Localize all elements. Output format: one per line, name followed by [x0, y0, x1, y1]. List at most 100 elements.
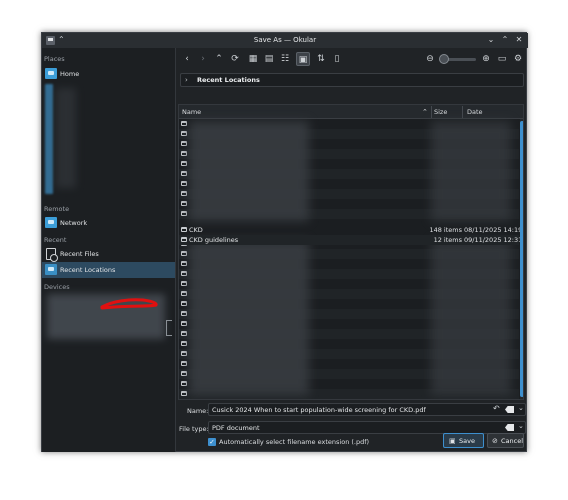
- folder-icon: [181, 361, 187, 366]
- folder-icon: [181, 171, 187, 176]
- chevron-down-icon[interactable]: ⌄: [518, 422, 524, 430]
- auto-extension-checkbox[interactable]: ✓: [208, 438, 216, 446]
- zoom-out-icon[interactable]: ⊖: [423, 52, 437, 66]
- chevron-down-icon[interactable]: ⌄: [518, 404, 524, 412]
- folder-icon: [181, 121, 187, 126]
- redacted-names-bottom: [189, 240, 309, 395]
- redacted-meta-bottom: [431, 240, 511, 395]
- section-places: Places: [44, 55, 65, 63]
- undo-icon[interactable]: ↶: [493, 404, 500, 413]
- sidebar-item-label: Home: [60, 70, 80, 78]
- file-name: CKD: [189, 226, 203, 234]
- places-sidebar: Places Home Remote Network Recent Recent…: [42, 48, 176, 452]
- sidebar-item-label: Recent Files: [60, 250, 99, 258]
- title-bar: ⌃ Save As — Okular ⌄ ⌃ ✕: [42, 33, 528, 48]
- compact-view-button[interactable]: ▤: [262, 52, 276, 66]
- preview-toggle-button[interactable]: ▣: [296, 52, 310, 66]
- section-remote: Remote: [44, 205, 70, 213]
- folder-icon: [181, 351, 187, 356]
- folder-icon: [181, 237, 187, 242]
- window-title: Save As — Okular: [253, 36, 317, 44]
- folder-icon: [181, 311, 187, 316]
- folder-icon: [181, 201, 187, 206]
- redacted-meta-top: [431, 121, 511, 221]
- list-item[interactable]: CKD 148 items 08/11/2025 14:19: [179, 225, 523, 235]
- section-devices: Devices: [44, 283, 70, 291]
- file-size: 148 items: [429, 226, 462, 234]
- details-view-button[interactable]: ☷: [278, 52, 292, 66]
- file-list-header: Name ⌃ Size Date: [179, 105, 523, 119]
- forward-button[interactable]: ›: [196, 52, 210, 66]
- sort-button[interactable]: ⇅: [314, 52, 328, 66]
- breadcrumb-current[interactable]: Recent Locations: [197, 76, 260, 84]
- breadcrumb-arrow-icon[interactable]: ›: [185, 76, 188, 84]
- folder-icon: [181, 227, 187, 232]
- folder-icon: [181, 251, 187, 256]
- reload-button[interactable]: ⟳: [228, 52, 242, 66]
- save-icon: ▣: [449, 437, 456, 445]
- auto-extension-label[interactable]: Automatically select filename extension …: [219, 438, 369, 446]
- maximize-button[interactable]: ⌃: [499, 34, 511, 46]
- column-header-name[interactable]: Name: [182, 108, 201, 116]
- clear-icon[interactable]: [505, 424, 514, 431]
- bookmark-button[interactable]: ▯: [330, 52, 344, 66]
- main-panel: ‹ › ⌃ ⟳ ▦ ▤ ☷ ▣ ⇅ ▯ ⊖ ⊕ ▭ ⚙ › Recent Loc…: [177, 48, 527, 452]
- vertical-scrollbar[interactable]: [520, 119, 523, 399]
- minimize-button[interactable]: ⌄: [485, 34, 497, 46]
- folder-icon: [181, 281, 187, 286]
- folder-icon: [181, 151, 187, 156]
- file-date: 09/11/2025 12:31: [464, 236, 523, 244]
- new-folder-button[interactable]: ▭: [495, 52, 509, 66]
- redacted-places-labels: [56, 88, 76, 188]
- scrollbar-thumb[interactable]: [520, 121, 523, 397]
- column-header-size[interactable]: Size: [434, 108, 447, 116]
- zoom-in-icon[interactable]: ⊕: [479, 52, 493, 66]
- filename-field[interactable]: ↶ ⌄: [208, 403, 526, 416]
- folder-icon: [181, 161, 187, 166]
- save-as-dialog: ⌃ Save As — Okular ⌄ ⌃ ✕ Places Home Rem…: [41, 32, 528, 452]
- zoom-slider-handle[interactable]: [439, 54, 449, 64]
- folder-icon: [181, 341, 187, 346]
- sidebar-item-recent-locations[interactable]: Recent Locations: [42, 262, 175, 278]
- folder-icon: [181, 181, 187, 186]
- device-eject-icon[interactable]: [166, 320, 172, 336]
- close-button[interactable]: ✕: [513, 34, 525, 46]
- save-button-label: Save: [459, 437, 475, 445]
- cancel-icon: ⊘: [492, 437, 498, 445]
- sidebar-item-recent-files[interactable]: Recent Files: [42, 246, 175, 262]
- list-item[interactable]: CKD guidelines 12 items 09/11/2025 12:31: [179, 235, 523, 245]
- folder-icon: [181, 141, 187, 146]
- cancel-button[interactable]: ⊘ Cancel: [487, 433, 524, 448]
- breadcrumb[interactable]: › Recent Locations: [180, 73, 524, 87]
- file-list[interactable]: Name ⌃ Size Date CKD 148 items 08/11/202…: [178, 104, 524, 400]
- options-button[interactable]: ⚙: [511, 52, 525, 66]
- column-header-date[interactable]: Date: [467, 108, 483, 116]
- file-date: 08/11/2025 14:19: [464, 226, 523, 234]
- up-button[interactable]: ⌃: [212, 52, 226, 66]
- recent-locations-icon: [45, 264, 57, 275]
- recent-files-icon: [46, 248, 58, 262]
- folder-icon: [181, 131, 187, 136]
- sidebar-item-label: Recent Locations: [60, 266, 116, 274]
- filetype-label: File type:: [179, 425, 209, 433]
- folder-icon: [181, 271, 187, 276]
- back-button[interactable]: ‹: [180, 52, 194, 66]
- folder-icon: [181, 291, 187, 296]
- clear-icon[interactable]: [505, 406, 514, 413]
- folder-icon: [181, 301, 187, 306]
- cancel-button-label: Cancel: [501, 437, 524, 445]
- red-annotation-underline: [100, 298, 158, 310]
- file-name: CKD guidelines: [189, 236, 239, 244]
- save-button[interactable]: ▣ Save: [443, 433, 484, 448]
- icons-view-button[interactable]: ▦: [246, 52, 260, 66]
- folder-icon: [181, 371, 187, 376]
- folder-icon: [181, 191, 187, 196]
- filename-input[interactable]: [212, 405, 482, 415]
- redacted-places-icons: [45, 84, 53, 194]
- file-size: 12 items: [433, 236, 462, 244]
- network-folder-icon: [45, 217, 57, 228]
- sidebar-item-home[interactable]: Home: [42, 66, 175, 82]
- sidebar-item-label: Network: [60, 219, 88, 227]
- sidebar-item-network[interactable]: Network: [42, 215, 175, 231]
- folder-icon: [181, 381, 187, 386]
